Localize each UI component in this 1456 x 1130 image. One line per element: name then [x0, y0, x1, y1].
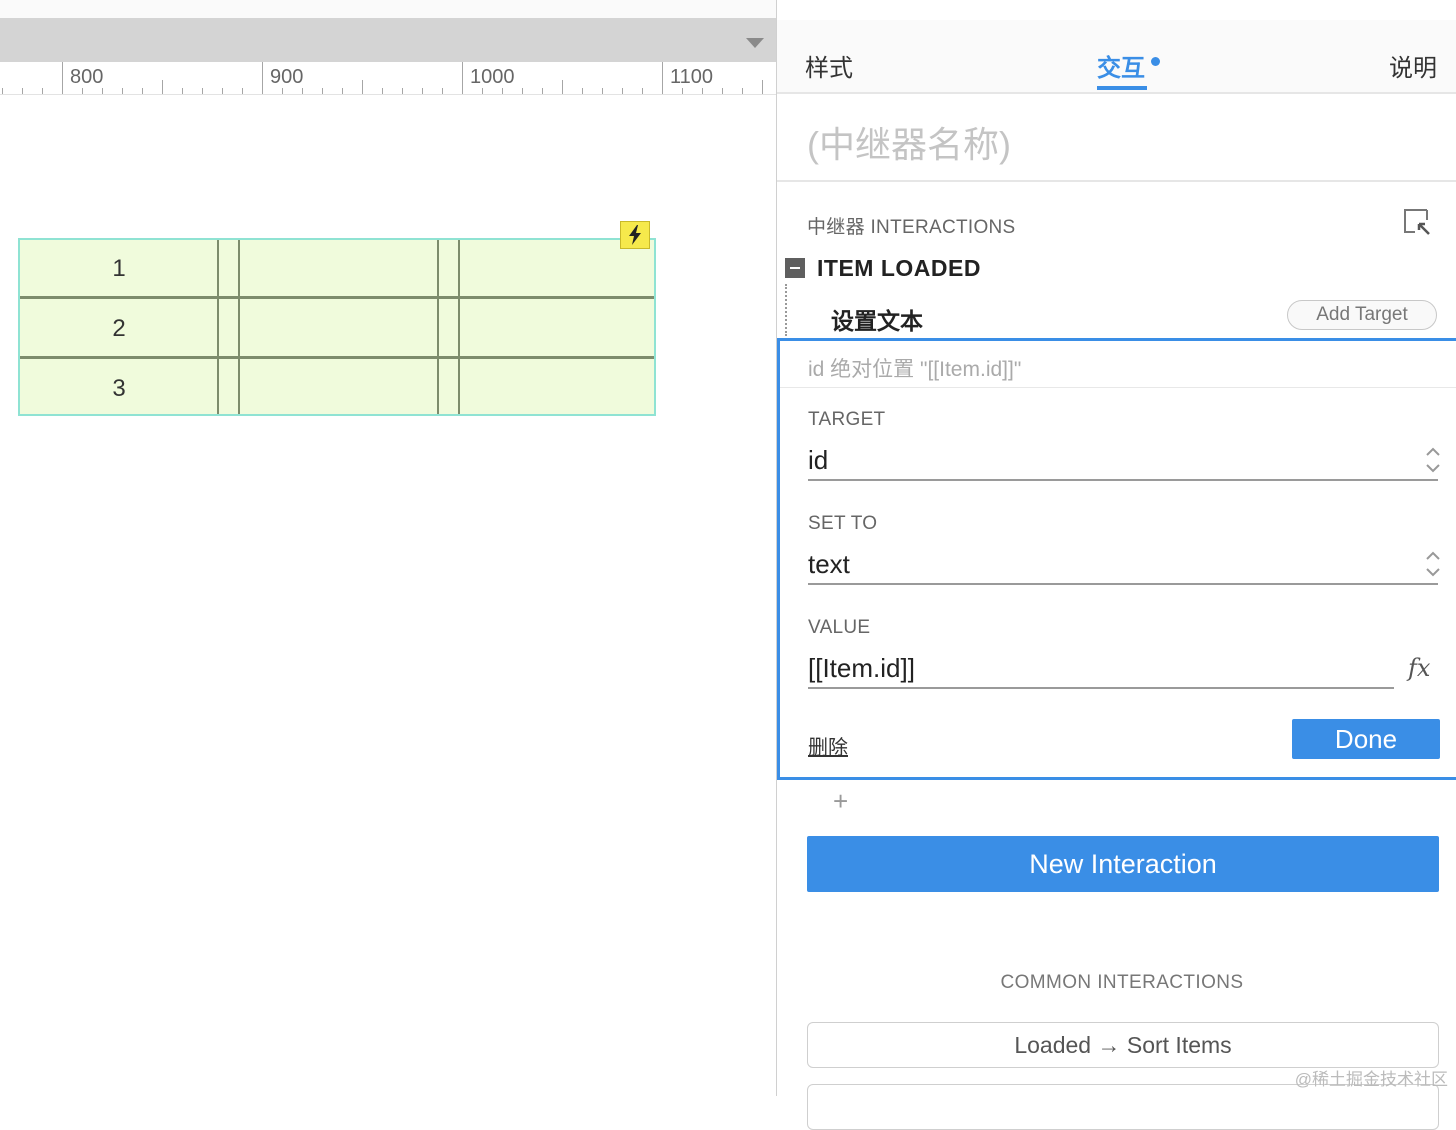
- ruler-tick: [602, 88, 603, 94]
- event-item-loaded[interactable]: ITEM LOADED: [817, 255, 981, 282]
- target-select[interactable]: id: [808, 445, 828, 476]
- ruler-tick: [42, 88, 43, 94]
- canvas-top-strip: [0, 0, 776, 18]
- plus-icon[interactable]: +: [833, 786, 848, 817]
- common-interaction-item[interactable]: [807, 1084, 1439, 1130]
- ruler-label: 800: [70, 66, 104, 88]
- common-interactions-title: COMMON INTERACTIONS: [1000, 972, 1244, 993]
- ruler-tick: [522, 88, 523, 94]
- active-indicator-dot: [1151, 57, 1160, 66]
- ruler-tick: [462, 62, 463, 94]
- ruler-tick: [762, 80, 763, 94]
- ruler-tick: [642, 88, 643, 94]
- widget-name-input[interactable]: (中继器名称): [807, 116, 1011, 168]
- repeater-cell: 1: [112, 255, 126, 282]
- watermark: @稀土掘金技术社区: [1294, 1070, 1448, 1089]
- repeater-row-divider: [20, 296, 654, 299]
- ruler-tick: [22, 88, 23, 94]
- ruler-tick: [162, 80, 163, 94]
- ruler-tick: [682, 88, 683, 94]
- ruler-tick: [582, 88, 583, 94]
- ruler-tick: [482, 88, 483, 94]
- inspector-tabs: 样式 交互 说明: [777, 20, 1456, 94]
- active-tab-underline: [1097, 86, 1147, 90]
- target-underline: [808, 479, 1438, 481]
- action-editor: id 绝对位置 "[[Item.id]]" TARGET id SET TO t…: [777, 338, 1456, 780]
- repeater-cell: 2: [112, 315, 126, 342]
- repeater-col-divider: [437, 240, 439, 414]
- lightning-icon[interactable]: [620, 221, 650, 249]
- ruler-tick: [282, 88, 283, 94]
- ruler-tick: [342, 88, 343, 94]
- ruler-tick: [662, 62, 663, 94]
- target-label: TARGET: [808, 409, 886, 430]
- interactions-section-title: 中继器 INTERACTIONS: [807, 217, 1016, 238]
- ruler-tick: [242, 88, 243, 94]
- ruler-tick: [122, 88, 123, 94]
- ruler-label: 1100: [670, 66, 714, 88]
- ruler-tick: [362, 80, 363, 94]
- ruler-tick: [2, 88, 3, 94]
- ruler-tick: [502, 88, 503, 94]
- ruler-tick: [722, 88, 723, 94]
- action-set-text[interactable]: 设置文本: [831, 302, 923, 336]
- ruler-tick: [542, 88, 543, 94]
- delete-link[interactable]: 删除: [808, 731, 848, 760]
- ruler-tick: [142, 88, 143, 94]
- external-link-icon[interactable]: [1401, 206, 1431, 236]
- ruler-tick: [702, 88, 703, 94]
- ruler-tick: [102, 88, 103, 94]
- ruler-tick: [422, 88, 423, 94]
- ruler-tick: [202, 88, 203, 94]
- ruler-tick: [322, 88, 323, 94]
- divider: [780, 387, 1456, 388]
- ruler-label: 1000: [470, 66, 515, 88]
- repeater-widget[interactable]: 1 2 3: [18, 238, 656, 416]
- set-to-select[interactable]: text: [808, 549, 850, 580]
- stepper-icon[interactable]: [1424, 445, 1442, 475]
- common-interaction-item[interactable]: Loaded → Sort Items: [807, 1022, 1439, 1068]
- ruler-tick: [222, 88, 223, 94]
- ruler-tick: [82, 88, 83, 94]
- value-input[interactable]: [[Item.id]]: [808, 653, 915, 684]
- repeater-col-divider: [458, 240, 460, 414]
- ruler-tick: [182, 88, 183, 94]
- ruler-tick: [402, 88, 403, 94]
- ruler-tick: [262, 62, 263, 94]
- fx-icon[interactable]: fx: [1408, 654, 1430, 682]
- ruler-label: 900: [270, 66, 304, 88]
- set-to-label: SET TO: [808, 513, 878, 534]
- action-summary: id 绝对位置 "[[Item.id]]": [808, 358, 1022, 381]
- repeater-row-divider: [20, 356, 654, 359]
- tab-style[interactable]: 样式: [805, 48, 853, 83]
- add-target-button[interactable]: Add Target: [1287, 300, 1437, 330]
- collapse-icon[interactable]: [785, 258, 805, 278]
- dropdown-arrow-icon[interactable]: [746, 38, 764, 48]
- canvas-area[interactable]: 800 900 1000 1100 1 2 3: [0, 0, 776, 1096]
- ruler-tick: [442, 88, 443, 94]
- tree-connector: [785, 284, 787, 336]
- set-to-underline: [808, 583, 1438, 585]
- value-underline: [808, 687, 1394, 689]
- widget-name-area: (中继器名称): [777, 94, 1456, 182]
- done-button[interactable]: Done: [1292, 719, 1440, 759]
- new-interaction-button[interactable]: New Interaction: [807, 836, 1439, 892]
- repeater-cell: 3: [112, 375, 126, 402]
- tab-notes[interactable]: 说明: [1389, 48, 1437, 83]
- ruler-tick: [382, 88, 383, 94]
- tab-interactions[interactable]: 交互: [1097, 48, 1145, 83]
- repeater-col-divider: [217, 240, 219, 414]
- ruler-tick: [562, 80, 563, 94]
- canvas-toolbar: [0, 18, 776, 62]
- stepper-icon[interactable]: [1424, 549, 1442, 579]
- horizontal-ruler: 800 900 1000 1100: [0, 62, 776, 95]
- inspector-panel: 样式 交互 说明 (中继器名称) 中继器 INTERACTIONS ITEM L…: [776, 0, 1456, 1130]
- ruler-tick: [302, 88, 303, 94]
- repeater-col-divider: [238, 240, 240, 414]
- ruler-tick: [622, 88, 623, 94]
- value-label: VALUE: [808, 617, 871, 638]
- ruler-tick: [62, 62, 63, 94]
- ruler-tick: [742, 88, 743, 94]
